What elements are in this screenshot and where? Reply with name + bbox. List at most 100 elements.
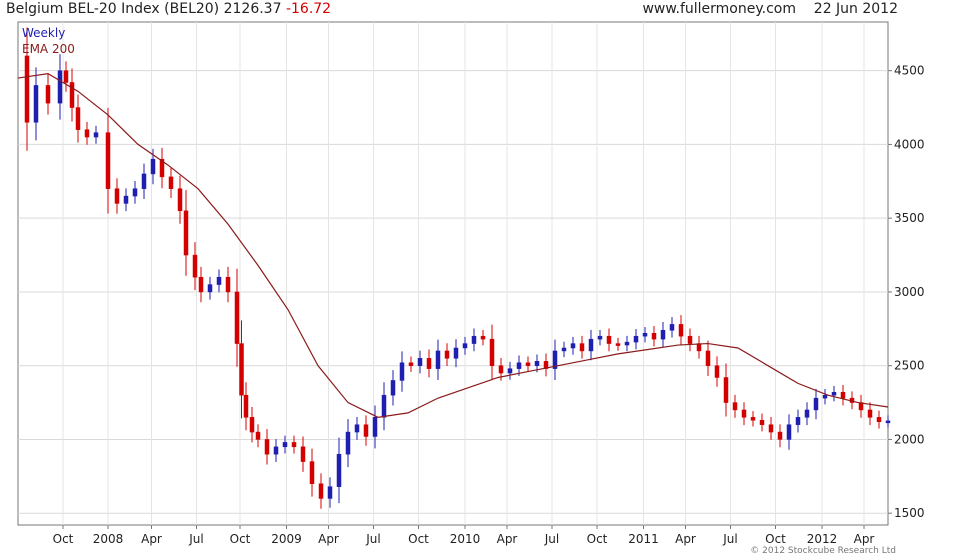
candle-body: [489, 338, 495, 366]
copyright-text: © 2012 Stockcube Research Ltd: [750, 546, 896, 556]
candle-body: [750, 417, 756, 421]
x-tick-label: 2010: [450, 532, 481, 546]
candle-body: [831, 391, 837, 396]
candle-body: [705, 350, 711, 366]
candle-body: [642, 332, 648, 337]
candle-body: [876, 417, 882, 422]
y-tick-label: 4500: [894, 64, 925, 78]
x-tick-label: 2012: [807, 532, 838, 546]
x-tick-label: Apr: [497, 532, 518, 546]
candle-body: [687, 335, 693, 344]
legend-label: EMA 200: [22, 42, 75, 56]
candle-body: [840, 391, 846, 399]
candle-body: [282, 442, 288, 448]
candle-body: [867, 409, 873, 418]
candle-body: [123, 195, 129, 204]
candle-body: [624, 341, 630, 346]
x-tick-label: Apr: [675, 532, 696, 546]
candle-body: [24, 55, 30, 123]
candle-body: [114, 188, 120, 204]
x-tick-label: Oct: [765, 532, 786, 546]
candle-body: [813, 397, 819, 411]
y-tick-label: 3500: [894, 211, 925, 225]
y-tick-label: 1500: [894, 506, 925, 520]
x-tick-label: Oct: [587, 532, 608, 546]
candle-body: [105, 132, 111, 189]
price-chart: Oct 2008 Apr Jul Oct 2009 Apr Jul Oct 2010 Apr Jul O…: [17, 21, 925, 546]
candle-body: [525, 362, 531, 366]
candle-body: [177, 188, 183, 212]
legend-label: Weekly: [22, 26, 65, 40]
candle-body: [198, 276, 204, 293]
x-tick-label: Jul: [722, 532, 737, 546]
candle-body: [84, 129, 90, 138]
candle-body: [141, 173, 147, 189]
candle-body: [462, 343, 468, 349]
candle-body: [885, 420, 891, 424]
candle-body: [597, 335, 603, 340]
candle-body: [318, 483, 324, 499]
x-tick-label: Apr: [318, 532, 339, 546]
candle-body: [255, 431, 261, 440]
candle-body: [381, 394, 387, 418]
candle-body: [336, 453, 342, 487]
candle-body: [507, 368, 513, 374]
candle-body: [192, 254, 198, 278]
candle-body: [651, 332, 657, 340]
candle-body: [570, 343, 576, 349]
candle-body: [264, 439, 270, 455]
candle-body: [534, 361, 540, 366]
x-tick-label: Oct: [408, 532, 429, 546]
candle-body: [516, 362, 522, 369]
candle-body: [561, 347, 567, 352]
candle-body: [408, 362, 414, 366]
candle-body: [777, 431, 783, 440]
candle-body: [723, 377, 729, 403]
candle-body: [768, 424, 774, 433]
candle-body: [183, 210, 189, 256]
candle-body: [372, 417, 378, 437]
candle-body: [588, 338, 594, 352]
plot-area: [17, 21, 889, 526]
candle-body: [291, 442, 297, 448]
candle-body: [225, 276, 231, 293]
x-tick-label: Apr: [854, 532, 875, 546]
candle-body: [804, 409, 810, 418]
candle-body: [150, 158, 156, 175]
y-axis: 1500 2000 2500 3000 3500 4000 4500: [888, 64, 925, 520]
candle-body: [75, 107, 81, 130]
candle-body: [579, 343, 585, 352]
x-tick-label: 2009: [271, 532, 302, 546]
candle-body: [363, 424, 369, 437]
candle-body: [453, 347, 459, 359]
candle-body: [69, 82, 75, 108]
candle-body: [390, 380, 396, 396]
y-tick-label: 2500: [894, 359, 925, 373]
x-tick-label: 2011: [628, 532, 659, 546]
candle-body: [45, 85, 51, 104]
candle-body: [786, 424, 792, 440]
candle-body: [207, 284, 213, 293]
candle-body: [633, 335, 639, 343]
candle-body: [309, 461, 315, 484]
candle-body: [732, 402, 738, 411]
candle-body: [33, 85, 39, 123]
candle-body: [132, 188, 138, 197]
candle-body: [660, 330, 666, 340]
candle-body: [435, 350, 441, 369]
x-tick-label: Oct: [53, 532, 74, 546]
x-axis: Oct 2008 Apr Jul Oct 2009 Apr Jul Oct 2010 Apr Jul O…: [53, 525, 875, 546]
candle-body: [606, 335, 612, 344]
candle-body: [57, 70, 63, 104]
x-tick-label: Jul: [544, 532, 559, 546]
candle-body: [63, 70, 69, 83]
candle-body: [471, 335, 477, 344]
candle-body: [216, 276, 222, 285]
candle-body: [444, 350, 450, 359]
x-tick-label: Jul: [365, 532, 380, 546]
candle-body: [498, 365, 504, 374]
x-tick-label: Jul: [188, 532, 203, 546]
y-tick-label: 2000: [894, 432, 925, 446]
candle-body: [354, 424, 360, 433]
candle-body: [795, 417, 801, 425]
